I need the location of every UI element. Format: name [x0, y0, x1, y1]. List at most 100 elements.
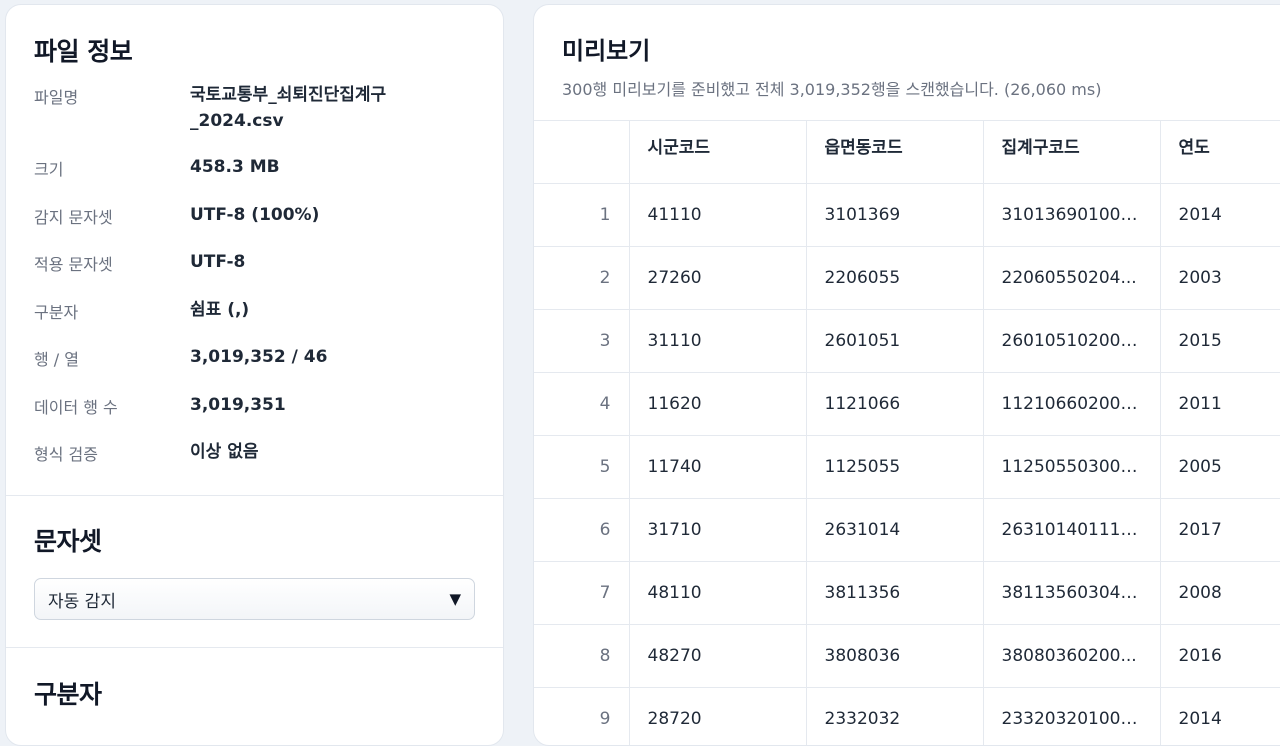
table-cell: 2014	[1160, 687, 1280, 745]
table-cell: 2332032010013	[983, 687, 1161, 745]
column-header[interactable]: 연도	[1160, 121, 1280, 184]
info-row-rows-cols: 행 / 열 3,019,352 / 46	[34, 344, 475, 392]
table-row: 7 48110 3811356 3811356030401 2008	[534, 561, 1280, 625]
table-cell: 1121066020002	[983, 372, 1161, 436]
table-cell: 11620	[629, 372, 807, 436]
info-label: 형식 검증	[34, 445, 98, 464]
info-row-applied-charset: 적용 문자셋 UTF-8	[34, 249, 475, 297]
table-cell: 1125055030006	[983, 435, 1161, 499]
preview-table: 시군코드 읍면동코드 집계구코드 연도 1 41110 3101369 3101…	[534, 121, 1280, 745]
table-cell: 2003	[1160, 246, 1280, 310]
table-cell: 2016	[1160, 624, 1280, 688]
file-info-section: 파일 정보 파일명 국토교통부_쇠퇴진단집계구_2024.csv 크기 458.…	[6, 5, 503, 496]
info-value-filename: 국토교통부_쇠퇴진단집계구_2024.csv	[190, 85, 387, 131]
file-info-grid: 파일명 국토교통부_쇠퇴진단집계구_2024.csv 크기 458.3 MB 감…	[34, 82, 475, 487]
table-cell: 3811356	[806, 561, 984, 625]
table-cell: 2005	[1160, 435, 1280, 499]
table-cell: 2631014011101	[983, 498, 1161, 562]
table-cell: 2008	[1160, 561, 1280, 625]
preview-panel: 미리보기 300행 미리보기를 준비했고 전체 3,019,352행을 스캔했습…	[533, 4, 1280, 746]
info-label: 적용 문자셋	[34, 255, 113, 274]
table-cell: 31710	[629, 498, 807, 562]
row-number: 4	[534, 372, 630, 436]
table-row: 8 48270 3808036 38080360200... 2016	[534, 624, 1280, 688]
table-cell: 48110	[629, 561, 807, 625]
table-header-row: 시군코드 읍면동코드 집계구코드 연도	[534, 121, 1280, 184]
table-row: 9 28720 2332032 2332032010013 2014	[534, 687, 1280, 745]
row-number: 1	[534, 183, 630, 247]
table-cell: 31110	[629, 309, 807, 373]
preview-header: 미리보기 300행 미리보기를 준비했고 전체 3,019,352행을 스캔했습…	[534, 5, 1280, 121]
table-cell: 27260	[629, 246, 807, 310]
row-number: 3	[534, 309, 630, 373]
table-cell: 48270	[629, 624, 807, 688]
table-cell: 2014	[1160, 183, 1280, 247]
info-label: 크기	[34, 160, 64, 179]
settings-panel: 파일 정보 파일명 국토교통부_쇠퇴진단집계구_2024.csv 크기 458.…	[5, 4, 504, 746]
table-cell: 28720	[629, 687, 807, 745]
table-cell: 3101369010003	[983, 183, 1161, 247]
info-label: 행 / 열	[34, 350, 80, 369]
table-cell: 2332032	[806, 687, 984, 745]
info-row-data-rows: 데이터 행 수 3,019,351	[34, 392, 475, 440]
table-row: 4 11620 1121066 1121066020002 2011	[534, 372, 1280, 436]
info-row-filename: 파일명 국토교통부_쇠퇴진단집계구_2024.csv	[34, 82, 475, 154]
table-cell: 3811356030401	[983, 561, 1161, 625]
preview-title: 미리보기	[562, 37, 651, 65]
row-number: 7	[534, 561, 630, 625]
table-cell: 3101369	[806, 183, 984, 247]
row-number: 9	[534, 687, 630, 745]
column-header-rownum	[534, 121, 630, 184]
info-value-rows-cols: 3,019,352 / 46	[190, 347, 328, 367]
info-value-detected-charset: UTF-8 (100%)	[190, 204, 320, 225]
table-cell: 1121066	[806, 372, 984, 436]
row-number: 6	[534, 498, 630, 562]
charset-select[interactable]: 자동 감지 ▼	[34, 578, 475, 620]
info-label: 파일명	[34, 88, 79, 107]
info-row-detected-charset: 감지 문자셋 UTF-8 (100%)	[34, 202, 475, 250]
column-header[interactable]: 시군코드	[629, 121, 807, 184]
info-label: 데이터 행 수	[34, 397, 118, 417]
table-row: 6 31710 2631014 2631014011101 2017	[534, 498, 1280, 562]
table-row: 5 11740 1125055 1125055030006 2005	[534, 435, 1280, 499]
column-header[interactable]: 읍면동코드	[806, 121, 984, 184]
table-cell: 11740	[629, 435, 807, 499]
table-cell: 41110	[629, 183, 807, 247]
file-info-title: 파일 정보	[34, 37, 133, 66]
row-number: 2	[534, 246, 630, 310]
table-cell: 3808036	[806, 624, 984, 688]
chevron-down-icon: ▼	[449, 590, 461, 608]
table-row: 2 27260 2206055 22060550204... 2003	[534, 246, 1280, 310]
table-cell: 2601051020004	[983, 309, 1161, 373]
table-cell: 38080360200...	[983, 624, 1161, 688]
row-number: 8	[534, 624, 630, 688]
preview-subtitle: 300행 미리보기를 준비했고 전체 3,019,352행을 스캔했습니다. (…	[562, 80, 1102, 99]
table-row: 3 31110 2601051 2601051020004 2015	[534, 309, 1280, 373]
info-row-delimiter: 구분자 쉼표 (,)	[34, 297, 475, 345]
table-cell: 2011	[1160, 372, 1280, 436]
table-cell: 2017	[1160, 498, 1280, 562]
info-value-applied-charset: UTF-8	[190, 252, 246, 272]
charset-select-value: 자동 감지	[48, 591, 116, 612]
info-row-size: 크기 458.3 MB	[34, 154, 475, 202]
delimiter-title: 구분자	[34, 680, 102, 709]
info-value-validation: 이상 없음	[190, 442, 259, 462]
charset-section: 문자셋 자동 감지 ▼	[6, 496, 503, 648]
table-cell: 2601051	[806, 309, 984, 373]
info-value-data-rows: 3,019,351	[190, 394, 286, 415]
charset-title: 문자셋	[34, 527, 102, 556]
row-number: 5	[534, 435, 630, 499]
table-row: 1 41110 3101369 3101369010003 2014	[534, 183, 1280, 247]
table-cell: 2631014	[806, 498, 984, 562]
info-value-delimiter: 쉼표 (,)	[190, 299, 250, 320]
column-header[interactable]: 집계구코드	[983, 121, 1161, 184]
info-value-size: 458.3 MB	[190, 157, 280, 177]
table-cell: 2206055	[806, 246, 984, 310]
table-cell: 1125055	[806, 435, 984, 499]
delimiter-section: 구분자	[6, 648, 503, 711]
table-cell: 22060550204...	[983, 246, 1161, 310]
info-row-validation: 형식 검증 이상 없음	[34, 439, 475, 487]
info-label: 감지 문자셋	[34, 207, 113, 227]
table-cell: 2015	[1160, 309, 1280, 373]
info-label: 구분자	[34, 302, 79, 322]
